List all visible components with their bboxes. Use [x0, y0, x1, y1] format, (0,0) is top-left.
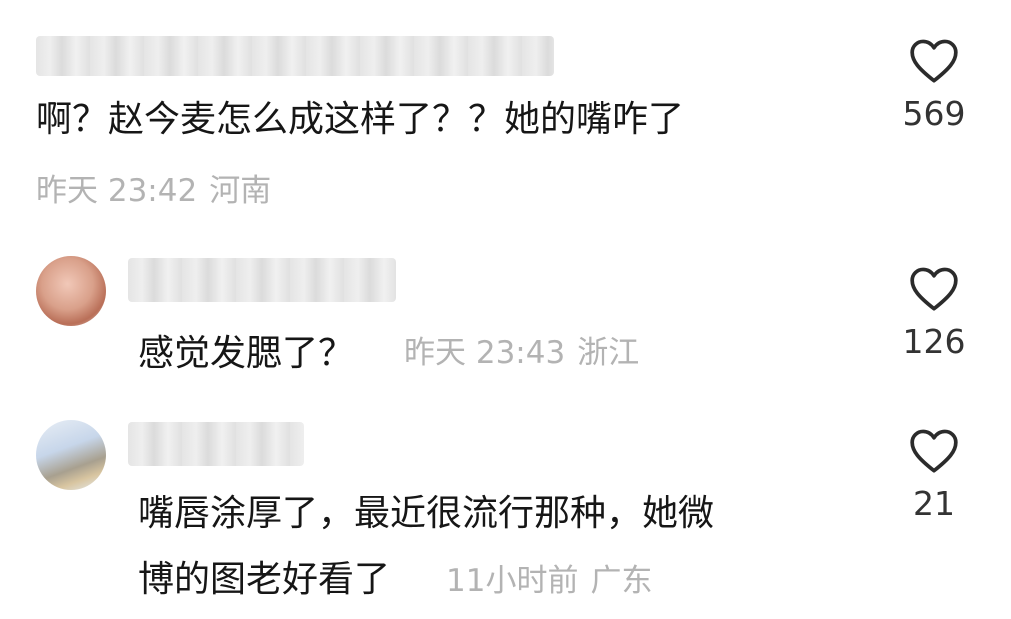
- like-count: 569: [902, 94, 966, 133]
- comment-location: 浙江: [577, 335, 640, 371]
- like-button[interactable]: 21: [884, 426, 984, 524]
- comment-section: 啊？赵今麦怎么成这样了？？她的嘴咋了 昨天 23:42 河南 569 感觉发腮了？…: [0, 0, 1011, 619]
- comment-meta: 昨天 23:42 河南: [36, 172, 271, 210]
- comment-time: 11小时前: [446, 563, 579, 599]
- username-blurred[interactable]: [128, 422, 304, 466]
- like-button[interactable]: 126: [884, 264, 984, 362]
- like-count: 126: [902, 322, 966, 361]
- heart-outline-icon: [910, 267, 958, 311]
- comment-time: 昨天 23:42: [36, 173, 198, 209]
- like-count: 21: [913, 484, 955, 523]
- comment-time: 昨天 23:43: [404, 335, 566, 371]
- heart-outline-icon: [910, 429, 958, 473]
- comment-text: 啊？赵今麦怎么成这样了？？她的嘴咋了: [36, 99, 685, 140]
- comment-text-line-2: 博的图老好看了: [138, 559, 391, 600]
- like-button[interactable]: 569: [884, 36, 984, 134]
- avatar[interactable]: [36, 256, 106, 326]
- comment-meta: 11小时前 广东: [446, 562, 652, 600]
- username-blurred[interactable]: [36, 36, 554, 76]
- username-blurred[interactable]: [128, 258, 396, 302]
- comment-text: 感觉发腮了？: [138, 333, 355, 374]
- comment-meta: 昨天 23:43 浙江: [404, 334, 639, 372]
- comment-text-line-1: 嘴唇涂厚了，最近很流行那种，她微: [138, 493, 715, 534]
- heart-outline-icon: [910, 39, 958, 83]
- avatar[interactable]: [36, 420, 106, 490]
- comment-location: 河南: [209, 173, 272, 209]
- comment-location: 广东: [590, 563, 653, 599]
